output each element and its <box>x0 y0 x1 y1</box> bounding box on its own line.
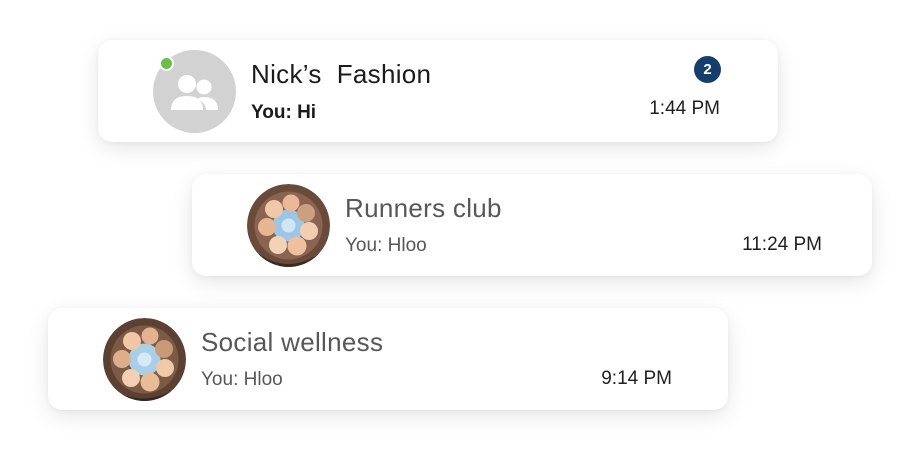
last-message-preview: You: Hi <box>251 102 317 123</box>
conversation-title: Nick’s Fashion <box>251 59 432 89</box>
message-timestamp: 11:24 PM <box>742 234 822 255</box>
conversation-item-runners-club[interactable]: Runners club You: Hloo 11:24 PM <box>192 174 872 276</box>
group-photo <box>103 318 186 401</box>
message-timestamp: 1:44 PM <box>649 98 720 119</box>
last-message-preview: You: Hloo <box>201 369 283 390</box>
last-message-preview: You: Hloo <box>345 235 427 256</box>
unread-count-badge: 2 <box>694 56 721 83</box>
message-timestamp: 9:14 PM <box>601 368 672 389</box>
conversation-title: Runners club <box>345 193 502 223</box>
conversation-title: Social wellness <box>201 327 384 357</box>
conversation-item-social-wellness[interactable]: Social wellness You: Hloo 9:14 PM <box>48 308 728 410</box>
avatar <box>153 50 236 133</box>
group-photo <box>247 184 330 267</box>
conversation-item-nicks-fashion[interactable]: Nick’s Fashion You: Hi 2 1:44 PM <box>98 40 778 142</box>
group-photo-avatar <box>247 184 330 267</box>
online-status-indicator <box>159 56 174 71</box>
group-photo-avatar <box>103 318 186 401</box>
